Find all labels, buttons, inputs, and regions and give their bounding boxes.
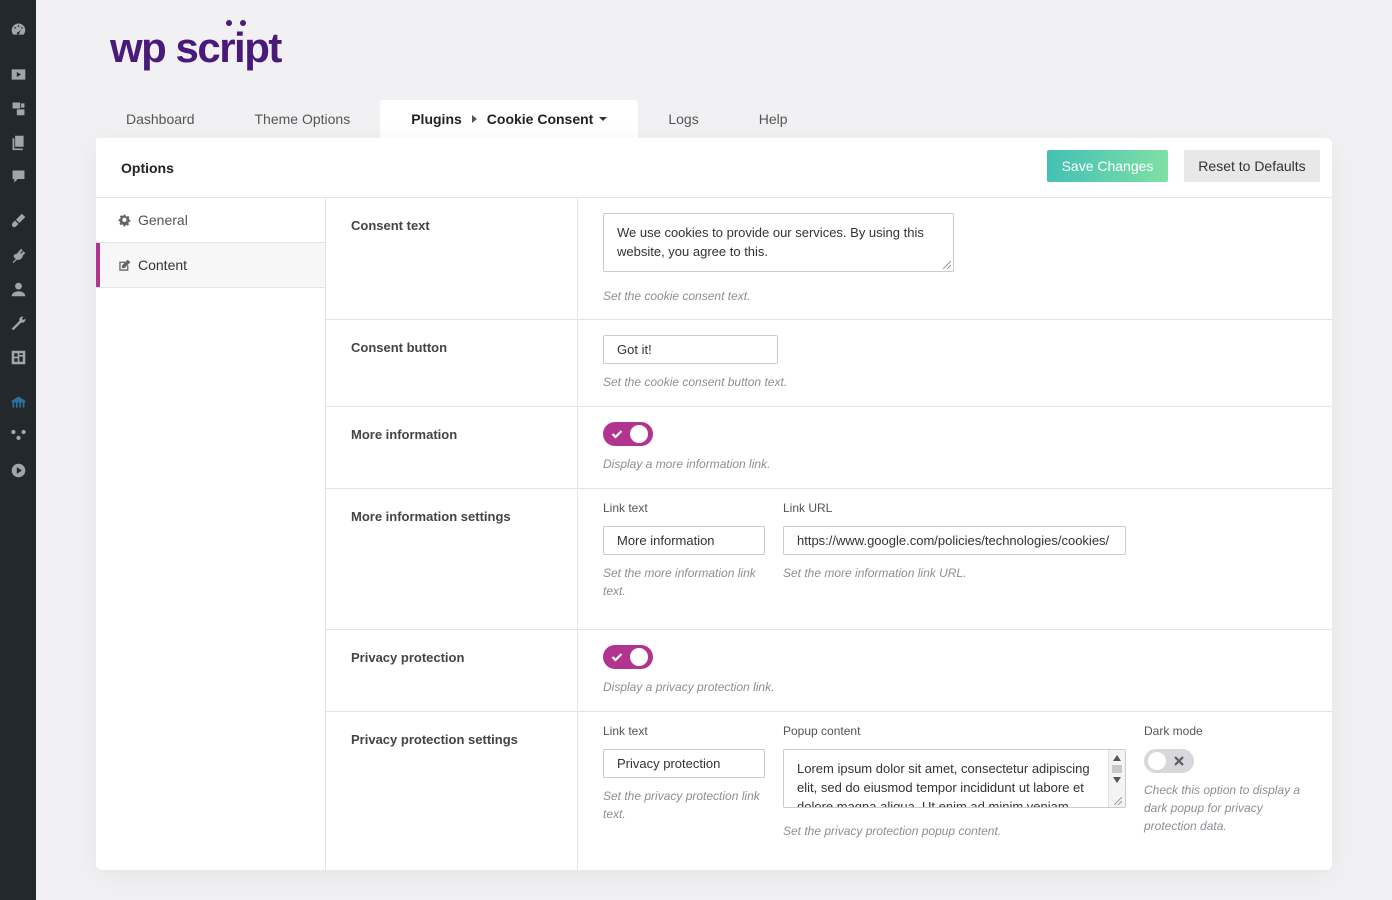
consent-button-input[interactable]: Got it! <box>603 335 778 364</box>
pages-icon[interactable] <box>9 133 27 151</box>
more-information-toggle[interactable] <box>603 422 653 446</box>
play-icon[interactable] <box>9 461 27 479</box>
row-label: More information <box>351 427 458 442</box>
resize-handle-icon[interactable] <box>943 261 951 269</box>
popup-content-label: Popup content <box>783 724 861 738</box>
more-info-link-url-label: Link URL <box>783 501 833 515</box>
privacy-link-text-input[interactable]: Privacy protection <box>603 749 765 778</box>
side-nav-item-general[interactable]: General <box>96 198 325 243</box>
plugins-icon[interactable] <box>9 246 27 264</box>
dark-mode-label: Dark mode <box>1144 724 1203 738</box>
row-more-information: More information Display a more informat… <box>326 407 1332 489</box>
consent-text-desc: Set the cookie consent text. <box>603 289 751 303</box>
options-card: Options Save Changes Reset to Defaults G… <box>96 138 1332 870</box>
options-side-nav: General Content <box>96 198 326 870</box>
row-label: More information settings <box>351 509 511 524</box>
row-consent-button: Consent button Got it! Set the cookie co… <box>326 320 1332 407</box>
card-body: General Content Consent text We use cook… <box>96 198 1332 870</box>
row-content: Display a privacy protection link. <box>577 630 1332 711</box>
tab-label: Help <box>758 111 788 127</box>
toggle-knob <box>1148 752 1166 770</box>
popup-content-textarea[interactable]: Lorem ipsum dolor sit amet, consectetur … <box>783 749 1126 808</box>
dark-mode-toggle[interactable] <box>1144 749 1194 773</box>
logo-text: wp script <box>110 24 282 71</box>
tab-label: Logs <box>668 111 699 127</box>
popup-content-value: Lorem ipsum dolor sit amet, consectetur … <box>797 761 1090 808</box>
tab-plugins-cookie-consent[interactable]: Plugins Cookie Consent <box>380 100 639 138</box>
wp-admin-sidebar <box>0 0 36 900</box>
dashboard-icon[interactable] <box>9 20 27 38</box>
row-content: Display a more information link. <box>577 407 1332 488</box>
tab-theme-options[interactable]: Theme Options <box>225 100 381 138</box>
gear-icon <box>117 213 131 227</box>
tab-label: Dashboard <box>126 111 195 127</box>
privacy-link-text-label: Link text <box>603 724 648 738</box>
check-icon <box>611 430 623 439</box>
wpscript-icon[interactable] <box>9 393 27 411</box>
more-info-link-text-input[interactable]: More information <box>603 526 765 555</box>
network-icon[interactable] <box>9 425 27 443</box>
media-icon[interactable] <box>9 99 27 117</box>
row-label: Privacy protection settings <box>351 732 518 747</box>
row-label: Privacy protection <box>351 650 465 665</box>
row-privacy-protection: Privacy protection Display a privacy pro… <box>326 630 1332 712</box>
save-changes-button[interactable]: Save Changes <box>1047 150 1168 182</box>
popup-content-desc: Set the privacy protection popup content… <box>783 824 1002 838</box>
row-content: Link text More information Set the more … <box>577 489 1332 629</box>
more-info-link-text-label: Link text <box>603 501 648 515</box>
tab-dashboard[interactable]: Dashboard <box>96 100 225 138</box>
resize-handle-icon[interactable] <box>1114 797 1122 805</box>
row-label: Consent text <box>351 218 430 233</box>
chevron-down-icon[interactable] <box>599 117 608 121</box>
consent-text-value: We use cookies to provide our services. … <box>617 225 924 259</box>
options-rows: Consent text We use cookies to provide o… <box>326 198 1332 870</box>
settings-icon[interactable] <box>9 348 27 366</box>
row-more-information-settings: More information settings Link text More… <box>326 489 1332 630</box>
tab-sub-label: Cookie Consent <box>486 111 594 127</box>
more-information-desc: Display a more information link. <box>603 457 771 471</box>
wp-script-logo: wp script <box>110 20 282 74</box>
row-content: We use cookies to provide our services. … <box>577 198 1332 319</box>
side-nav-item-content[interactable]: Content <box>96 243 325 288</box>
breadcrumb-separator-icon <box>471 115 477 123</box>
dark-mode-desc: Check this option to display a dark popu… <box>1144 783 1301 833</box>
tab-label: Plugins <box>411 111 462 127</box>
scroll-down-icon[interactable] <box>1113 777 1121 783</box>
close-icon <box>1174 756 1184 766</box>
row-label: Consent button <box>351 340 448 355</box>
tab-help[interactable]: Help <box>729 100 818 138</box>
card-header: Options Save Changes Reset to Defaults <box>96 138 1332 198</box>
more-info-link-url-input[interactable]: https://www.google.com/policies/technolo… <box>783 526 1126 555</box>
row-content: Got it! Set the cookie consent button te… <box>577 320 1332 406</box>
privacy-link-text-desc: Set the privacy protection link text. <box>603 789 760 821</box>
users-icon[interactable] <box>9 280 27 298</box>
appearance-icon[interactable] <box>9 211 27 229</box>
consent-text-textarea[interactable]: We use cookies to provide our services. … <box>603 213 954 272</box>
video-icon[interactable] <box>9 65 27 83</box>
row-consent-text: Consent text We use cookies to provide o… <box>326 198 1332 320</box>
toggle-knob <box>630 425 648 443</box>
tab-logs[interactable]: Logs <box>638 100 728 138</box>
tools-icon[interactable] <box>9 314 27 332</box>
tab-label: Theme Options <box>254 111 351 127</box>
privacy-protection-desc: Display a privacy protection link. <box>603 680 775 694</box>
consent-button-desc: Set the cookie consent button text. <box>603 375 788 389</box>
privacy-protection-toggle[interactable] <box>603 645 653 669</box>
more-info-link-text-desc: Set the more information link text. <box>603 566 756 598</box>
toggle-knob <box>630 648 648 666</box>
side-nav-label: Content <box>138 257 188 273</box>
card-title: Options <box>121 160 174 176</box>
edit-icon <box>117 258 131 272</box>
logo-dots <box>226 20 250 30</box>
reset-defaults-button[interactable]: Reset to Defaults <box>1184 150 1320 182</box>
scroll-up-icon[interactable] <box>1113 755 1121 761</box>
row-privacy-protection-settings: Privacy protection settings Link text Pr… <box>326 712 1332 870</box>
comments-icon[interactable] <box>9 167 27 185</box>
main-tabs: Dashboard Theme Options Plugins Cookie C… <box>96 100 818 138</box>
side-nav-label: General <box>138 212 188 228</box>
check-icon <box>611 653 623 662</box>
more-info-link-url-desc: Set the more information link URL. <box>783 566 967 580</box>
row-content: Link text Privacy protection Set the pri… <box>577 712 1332 870</box>
scroll-thumb[interactable] <box>1112 765 1122 773</box>
